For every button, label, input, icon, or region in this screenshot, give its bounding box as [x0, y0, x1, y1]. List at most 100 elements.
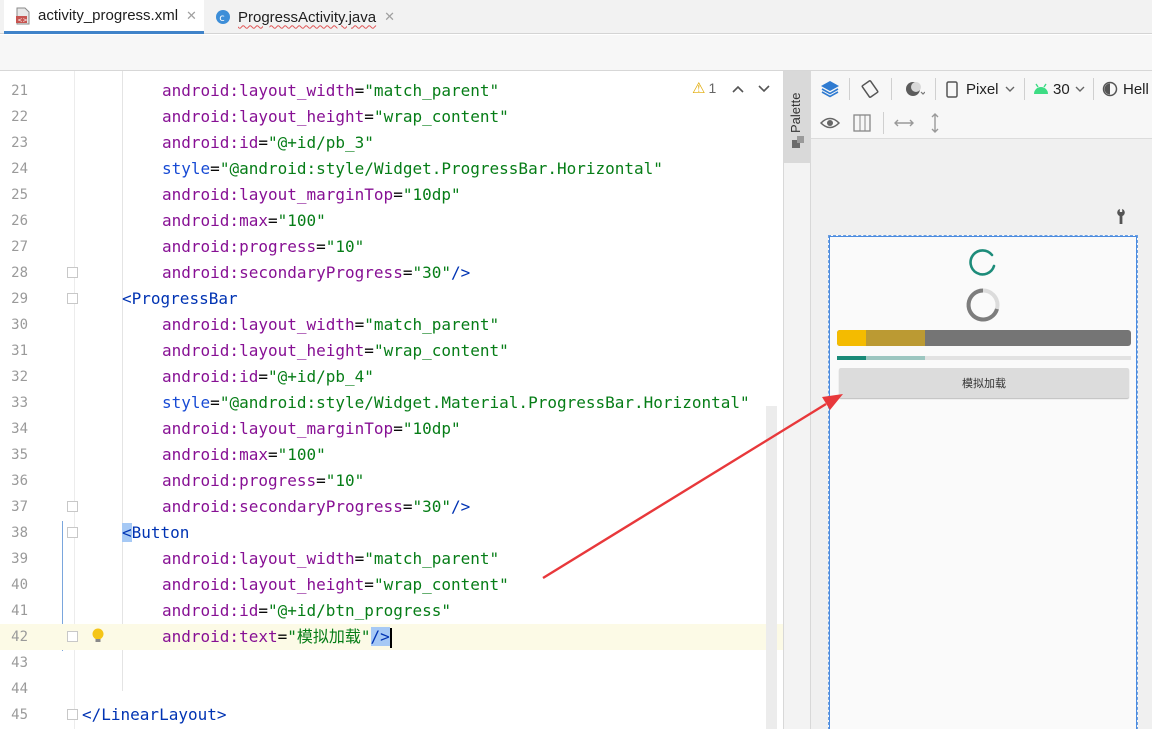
code-line: 23 android:id="@+id/pb_3" — [0, 130, 783, 156]
line-number: 43 — [11, 655, 28, 671]
tab-label: activity_progress.xml — [38, 7, 179, 24]
columns-icon[interactable] — [851, 113, 873, 133]
line-number: 24 — [11, 161, 28, 177]
line-number: 32 — [11, 369, 28, 385]
tab-activity-progress-xml[interactable]: <> activity_progress.xml ✕ — [4, 0, 204, 34]
line-number: 41 — [11, 603, 28, 619]
device-selector[interactable]: Pixel — [966, 79, 999, 99]
code-line: 41 android:id="@+id/btn_progress" — [0, 598, 783, 624]
code-line: 25 android:layout_marginTop="10dp" — [0, 182, 783, 208]
line-number: 30 — [11, 317, 28, 333]
code-line: 36 android:progress="10" — [0, 468, 783, 494]
fold-marker-icon[interactable] — [67, 501, 78, 512]
theme-selector[interactable]: Hell — [1123, 79, 1149, 99]
code-line: 32 android:id="@+id/pb_4" — [0, 364, 783, 390]
code-line: 21 android:layout_width="match_parent" — [0, 78, 783, 104]
line-number: 31 — [11, 343, 28, 359]
palette-tab[interactable]: Palette — [784, 71, 811, 163]
simulate-loading-button[interactable]: 模拟加载 — [839, 368, 1129, 398]
editor-tab-bar: <> activity_progress.xml ✕ c ProgressAct… — [0, 0, 1152, 34]
line-number: 25 — [11, 187, 28, 203]
code-line: 33 style="@android:style/Widget.Material… — [0, 390, 783, 416]
java-class-icon: c — [214, 8, 232, 26]
chevron-down-icon[interactable] — [1004, 83, 1016, 95]
design-toolbar-secondary — [811, 107, 1152, 139]
fold-marker-icon[interactable] — [67, 293, 78, 304]
wrench-icon[interactable] — [1113, 207, 1129, 225]
editor-scrollbar[interactable] — [766, 406, 777, 729]
code-line: 34 android:layout_marginTop="10dp" — [0, 416, 783, 442]
material-progress-bar — [837, 356, 1131, 360]
fold-marker-icon[interactable] — [67, 267, 78, 278]
code-line: 29 <ProgressBar — [0, 286, 783, 312]
line-number: 40 — [11, 577, 28, 593]
line-number: 27 — [11, 239, 28, 255]
warning-count: 1 — [708, 80, 717, 96]
line-number: 35 — [11, 447, 28, 463]
line-number: 23 — [11, 135, 28, 151]
night-mode-icon[interactable] — [901, 78, 927, 100]
line-number: 22 — [11, 109, 28, 125]
code-line-current: 42 android:text="模拟加载"/> — [0, 624, 783, 650]
line-number: 45 — [11, 707, 28, 723]
line-number: 39 — [11, 551, 28, 567]
layers-icon[interactable] — [819, 78, 841, 100]
eye-icon[interactable] — [819, 113, 841, 133]
editor-toolbar — [0, 35, 1152, 71]
svg-text:<>: <> — [18, 17, 28, 24]
design-preview-panel: Pixel 30 Hell 模拟加载 — [811, 71, 1152, 729]
line-number: 33 — [11, 395, 28, 411]
toolbar-divider — [891, 78, 892, 100]
palette-sidebar: Palette — [783, 71, 811, 729]
lightbulb-icon[interactable] — [90, 627, 106, 645]
code-line: 31 android:layout_height="wrap_content" — [0, 338, 783, 364]
line-number: 26 — [11, 213, 28, 229]
api-level-selector[interactable]: 30 — [1053, 79, 1070, 99]
theme-icon — [1101, 80, 1119, 98]
orientation-icon[interactable] — [859, 78, 881, 100]
close-icon[interactable]: ✕ — [186, 8, 197, 24]
code-editor[interactable]: 21 android:layout_width="match_parent" 2… — [0, 71, 783, 729]
svg-text:c: c — [219, 13, 225, 24]
android-icon — [1032, 80, 1050, 98]
chevron-down-icon[interactable] — [758, 80, 770, 96]
expand-vertical-icon[interactable] — [925, 113, 945, 133]
chevron-up-icon[interactable] — [732, 80, 744, 96]
layout-preview-screen[interactable]: 模拟加载 — [828, 235, 1138, 729]
line-number: 42 — [11, 629, 28, 645]
primary-progress — [837, 356, 867, 360]
line-number: 37 — [11, 499, 28, 515]
palette-label: Palette — [788, 92, 803, 133]
line-number: 34 — [11, 421, 28, 437]
code-line: 30 android:layout_width="match_parent" — [0, 312, 783, 338]
text-caret — [389, 627, 392, 648]
code-line: 26 android:max="100" — [0, 208, 783, 234]
code-line: 35 android:max="100" — [0, 442, 783, 468]
primary-progress — [837, 330, 867, 346]
tab-label: ProgressActivity.java — [238, 8, 377, 26]
code-line: 24 style="@android:style/Widget.Progress… — [0, 156, 783, 182]
fold-marker-icon[interactable] — [67, 631, 78, 642]
expand-horizontal-icon[interactable] — [893, 113, 915, 133]
code-line: 37 android:secondaryProgress="30"/> — [0, 494, 783, 520]
line-number: 28 — [11, 265, 28, 281]
code-line: 45 </LinearLayout> — [0, 702, 783, 728]
code-line: 27 android:progress="10" — [0, 234, 783, 260]
palette-icon — [791, 135, 805, 149]
line-number: 21 — [11, 83, 28, 99]
chevron-down-icon[interactable] — [1074, 83, 1086, 95]
close-icon[interactable]: ✕ — [384, 9, 395, 25]
toolbar-divider — [883, 112, 884, 134]
toolbar-divider — [849, 78, 850, 100]
code-line: 28 android:secondaryProgress="30"/> — [0, 260, 783, 286]
fold-marker-icon[interactable] — [67, 709, 78, 720]
line-number: 44 — [11, 681, 28, 697]
tab-progress-activity-java[interactable]: c ProgressActivity.java ✕ — [206, 0, 406, 34]
fold-marker-icon[interactable] — [67, 527, 78, 538]
toolbar-divider — [1024, 78, 1025, 100]
warning-icon: ⚠ — [692, 80, 706, 97]
inspection-widget[interactable]: ⚠ 1 — [692, 79, 770, 97]
spinner-icon — [967, 246, 999, 278]
circular-progress-icon — [964, 286, 1002, 324]
device-icon — [945, 80, 959, 98]
